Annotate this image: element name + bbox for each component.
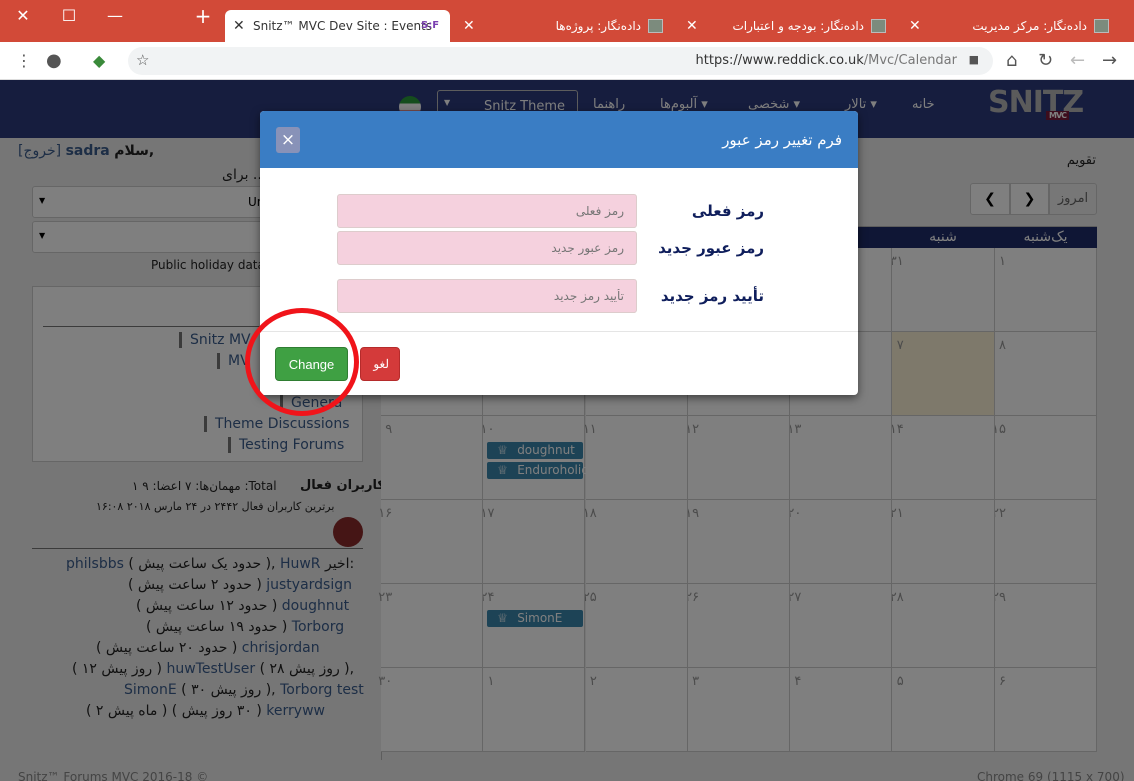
modal-title: فرم تغییر رمز عبور (722, 131, 842, 149)
close-tab-icon[interactable]: ✕ (233, 10, 245, 42)
tab-snitz-events[interactable]: ✕ Snitz™ MVC Dev Site : Events S:F (225, 10, 450, 42)
tab-title: Snitz™ MVC Dev Site : Events (253, 19, 433, 33)
extension-icon[interactable]: ◆ (93, 50, 105, 72)
confirm-password-label: تأیید رمز جدید (660, 287, 764, 305)
favicon-icon (871, 19, 886, 33)
new-tab-button[interactable]: + (180, 0, 226, 32)
tab-budget[interactable]: ✕ داده‌نگار: بودجه و اعتبارات (678, 10, 896, 42)
close-tab-icon[interactable]: ✕ (909, 10, 921, 42)
forward-icon[interactable]: ← (1070, 50, 1085, 72)
confirm-password-input[interactable] (337, 279, 637, 313)
lock-icon: ■ (968, 53, 979, 66)
modal-header: فرم تغییر رمز عبور × (260, 111, 858, 168)
menu-dots-icon[interactable]: ⋮ (16, 50, 32, 72)
favicon-icon (1094, 19, 1109, 33)
browser-titlebar: ✕ ☐ — + ✕ Snitz™ MVC Dev Site : Events S… (0, 0, 1134, 42)
reload-icon[interactable]: ↻ (1038, 50, 1053, 72)
address-bar[interactable]: ☆ https://www.reddick.co.uk/Mvc/Calendar… (128, 47, 993, 75)
favicon-icon (648, 19, 663, 33)
current-password-input[interactable] (337, 194, 637, 228)
close-window-icon[interactable]: ✕ (0, 0, 46, 32)
new-password-input[interactable] (337, 231, 637, 265)
modal-footer-divider (260, 331, 858, 332)
tab-title: داده‌نگار: بودجه و اعتبارات (732, 19, 864, 33)
url-host: https://www.reddick.co.uk (695, 53, 864, 68)
close-tab-icon[interactable]: ✕ (686, 10, 698, 42)
tab-projects[interactable]: ✕ داده‌نگار: پروژه‌ها (455, 10, 673, 42)
browser-size-text: Chrome 69 (1115 x 700) (977, 770, 1125, 781)
close-icon[interactable]: × (276, 127, 300, 153)
profile-icon[interactable]: ● (46, 50, 62, 72)
minimize-window-icon[interactable]: — (92, 0, 138, 32)
footer-text: Snitz™ Forums MVC 2016-18 © (18, 770, 209, 781)
back-icon[interactable]: → (1102, 50, 1117, 72)
url-path: /Mvc/Calendar (863, 53, 957, 68)
tab-title: داده‌نگار: پروژه‌ها (555, 19, 641, 33)
current-password-label: رمز فعلی (691, 202, 764, 220)
tab-admin[interactable]: ✕ داده‌نگار: مرکز مدیریت (901, 10, 1119, 42)
cancel-button[interactable]: لغو (360, 347, 400, 381)
url-text: https://www.reddick.co.uk/Mvc/Calendar (696, 53, 957, 68)
new-password-label: رمز عبور جدید (658, 239, 764, 257)
maximize-window-icon[interactable]: ☐ (46, 0, 92, 32)
bookmark-star-icon[interactable]: ☆ (136, 51, 149, 69)
close-tab-icon[interactable]: ✕ (463, 10, 475, 42)
tab-title: داده‌نگار: مرکز مدیریت (972, 19, 1087, 33)
change-password-modal: فرم تغییر رمز عبور × رمز فعلی رمز عبور ج… (260, 111, 858, 395)
change-button[interactable]: Change (275, 347, 348, 381)
home-icon[interactable]: ⌂ (1006, 50, 1017, 72)
snitz-favicon-icon: S:F (421, 20, 440, 31)
